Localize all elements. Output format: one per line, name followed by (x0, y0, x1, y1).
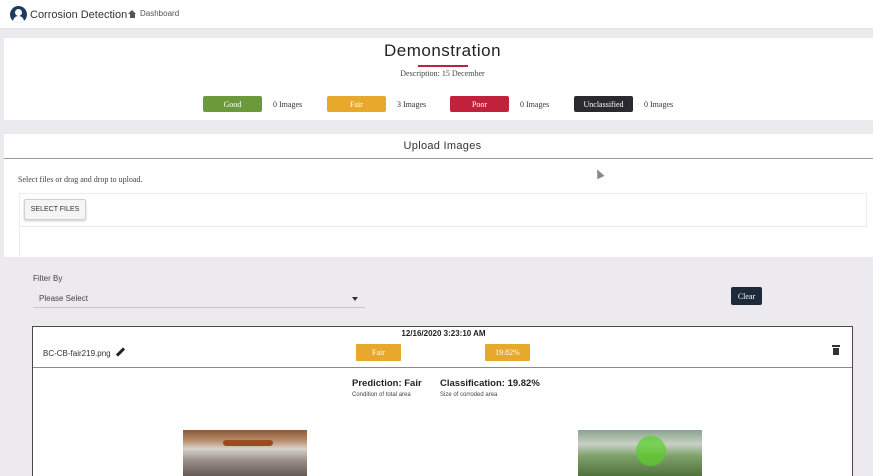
classification-metric: Classification: 19.82% Size of corroded … (440, 378, 540, 398)
classified-image[interactable] (578, 430, 702, 476)
poor-count: 0 Images (520, 99, 550, 109)
legend-fair: Fair 3 Images (327, 96, 426, 112)
corrosion-overlay (636, 436, 666, 466)
summary-panel: Demonstration Description: 15 December G… (4, 38, 873, 120)
upload-divider (4, 158, 873, 159)
unclassified-pill[interactable]: Unclassified (574, 96, 633, 112)
top-navbar: Corrosion Detection Dashboard (0, 0, 873, 29)
poor-pill[interactable]: Poor (450, 96, 509, 112)
legend-poor: Poor 0 Images (450, 96, 549, 112)
chevron-down-icon (352, 297, 358, 301)
upload-hint: Select files or drag and drop to upload. (18, 175, 143, 184)
prediction-title: Prediction: Fair (352, 378, 422, 389)
select-files-button[interactable]: SELECT FILES (24, 199, 86, 220)
percent-badge: 19.82% (485, 344, 530, 361)
result-timestamp: 12/16/2020 3:23:10 AM (401, 329, 486, 338)
brand[interactable]: Corrosion Detection (10, 6, 127, 23)
prediction-subtitle: Condition of total area (352, 392, 411, 398)
prediction-metric: Prediction: Fair Condition of total area (352, 378, 422, 398)
drop-zone[interactable] (19, 193, 867, 226)
classification-subtitle: Size of corroded area (440, 392, 498, 398)
filter-select[interactable]: Please Select (33, 289, 365, 308)
page-description: Description: 15 December (400, 69, 485, 78)
dashboard-link[interactable]: Dashboard (128, 9, 179, 18)
fair-count: 3 Images (397, 99, 427, 109)
card-divider (33, 367, 852, 368)
good-pill[interactable]: Good (203, 96, 262, 112)
legend-good: Good 0 Images (203, 96, 302, 112)
home-icon (128, 9, 137, 18)
trash-icon[interactable] (832, 345, 840, 355)
title-underline (418, 65, 468, 67)
drop-zone-lower[interactable] (19, 226, 867, 256)
upload-panel: Upload Images Select files or drag and d… (4, 134, 873, 257)
brand-title: Corrosion Detection (30, 8, 128, 21)
good-count: 0 Images (273, 99, 303, 109)
upload-title: Upload Images (403, 140, 482, 152)
result-filename: BC-CB-fair219.png (43, 348, 111, 358)
filter-selected-value: Please Select (39, 294, 88, 303)
clear-button[interactable]: Clear (731, 287, 762, 305)
user-logo-icon (10, 6, 27, 23)
condition-badge: Fair (356, 344, 401, 361)
pencil-icon[interactable] (115, 348, 125, 358)
legend-unclassified: Unclassified 0 Images (574, 96, 673, 112)
result-card: 12/16/2020 3:23:10 AM BC-CB-fair219.png … (32, 326, 853, 476)
result-filename-row: BC-CB-fair219.png (43, 348, 125, 358)
filter-label: Filter By (33, 274, 63, 283)
classification-title: Classification: 19.82% (440, 378, 540, 389)
dashboard-link-label: Dashboard (140, 9, 180, 18)
mouse-cursor-icon (593, 167, 605, 180)
rust-region (223, 440, 273, 446)
fair-pill[interactable]: Fair (327, 96, 386, 112)
unclassified-count: 0 Images (644, 99, 674, 109)
original-image[interactable] (183, 430, 307, 476)
page-title: Demonstration (383, 41, 502, 60)
